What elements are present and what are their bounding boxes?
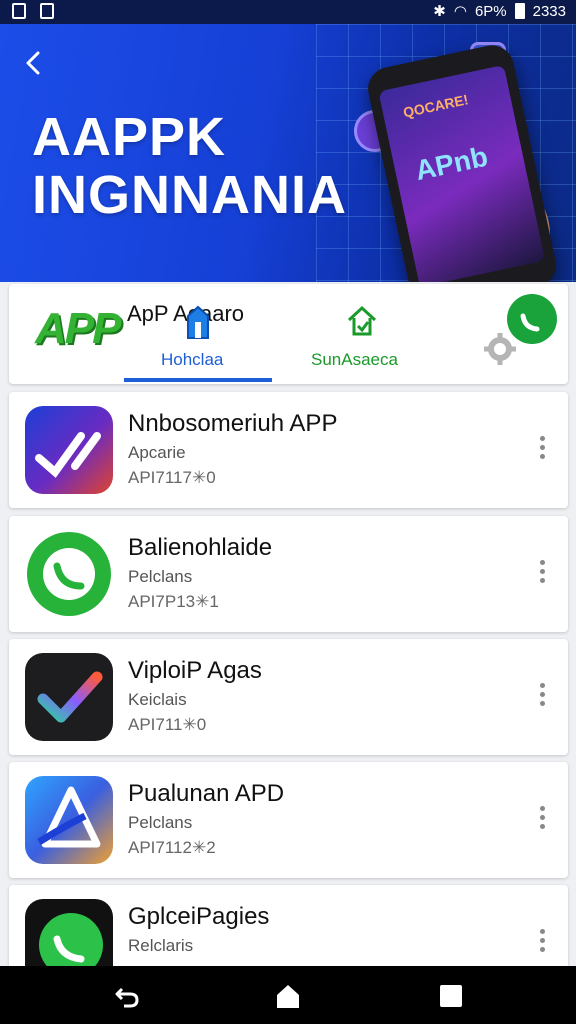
- more-options-icon[interactable]: [540, 929, 546, 952]
- phone-screen-header: QOCARE!: [401, 91, 470, 121]
- status-bar: ✱ ◠ 6P% 2333: [0, 0, 576, 24]
- building-icon[interactable]: [185, 304, 211, 340]
- shark-fin-icon: [25, 776, 113, 864]
- banner-title: AAPPK INGNNANIA: [32, 107, 347, 225]
- notification-icon: [12, 3, 26, 19]
- app-category: Apcarie: [128, 443, 186, 462]
- app-logo: APP: [35, 304, 121, 353]
- app-name: Pualunan APD: [128, 780, 285, 807]
- wifi-icon: ◠: [453, 3, 467, 20]
- app-category: Pelclans: [128, 567, 193, 586]
- phone-screen-title: APnb: [412, 140, 491, 187]
- back-nav-icon[interactable]: [114, 983, 140, 1009]
- app-category: Relclaris: [128, 936, 194, 955]
- app-version: API7112✳2: [128, 838, 216, 857]
- app-version: API7117✳0: [128, 468, 216, 487]
- battery-icon: [514, 3, 525, 19]
- image-notification-icon: [40, 3, 54, 19]
- app-name: Nnbosomeriuh APP: [128, 410, 338, 437]
- app-category: Keiclais: [128, 690, 187, 709]
- list-item[interactable]: Pualunan APD Pelclans API7112✳2: [9, 762, 568, 878]
- checkmark-icon: [25, 653, 113, 741]
- system-nav-bar: [0, 966, 576, 1024]
- category-tabs: APP ApP Aoaaro Hohclaa SunAsaeca: [9, 284, 568, 384]
- app-version: API711✳0: [128, 715, 207, 734]
- recents-nav-icon[interactable]: [438, 983, 464, 1009]
- more-options-icon[interactable]: [540, 560, 546, 583]
- active-tab-indicator: [124, 378, 272, 382]
- more-options-icon[interactable]: [540, 436, 546, 459]
- more-options-icon[interactable]: [540, 683, 546, 706]
- list-item[interactable]: Balienohlaide Pelclans API7P13✳1: [9, 516, 568, 632]
- app-name: ViploiP Agas: [128, 657, 262, 684]
- clock: 2333: [532, 2, 566, 20]
- battery-percent: 6P%: [474, 2, 507, 20]
- bluetooth-icon: ✱: [433, 3, 446, 20]
- phone-screen: QOCARE! APnb: [378, 64, 546, 282]
- more-options-icon[interactable]: [540, 806, 546, 829]
- list-item[interactable]: Nnbosomeriuh APP Apcarie API7117✳0: [9, 392, 568, 508]
- green-phone-icon: [25, 530, 113, 618]
- app-version: API7P13✳1: [128, 592, 219, 611]
- hero-banner: AAPPK INGNNANIA QOCARE! APnb: [0, 24, 576, 282]
- vx-gradient-icon: [25, 406, 113, 494]
- call-button[interactable]: [507, 294, 557, 344]
- app-category: Pelclans: [128, 813, 193, 832]
- list-item[interactable]: ViploiP Agas Keiclais API711✳0: [9, 639, 568, 755]
- app-name: Balienohlaide: [128, 534, 273, 561]
- tab-home[interactable]: Hohclaa: [161, 350, 223, 370]
- house-icon[interactable]: [345, 304, 379, 338]
- phone-icon: [520, 313, 540, 332]
- back-arrow-icon[interactable]: [20, 48, 50, 78]
- tab-search[interactable]: SunAsaeca: [311, 350, 398, 370]
- app-name: GplceiPagies: [128, 903, 270, 930]
- home-nav-icon[interactable]: [275, 983, 301, 1009]
